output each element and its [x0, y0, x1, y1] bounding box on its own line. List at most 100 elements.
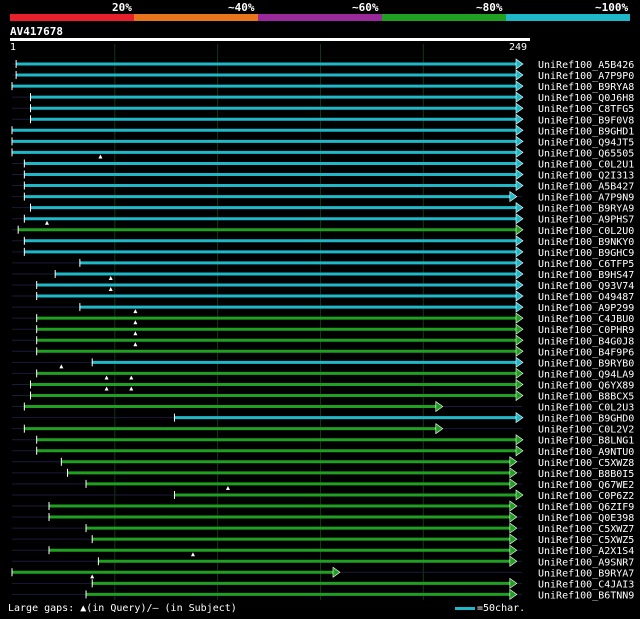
hit-end-arrow: [509, 522, 518, 534]
hit-end-arrow: [515, 213, 524, 225]
hit-label: UniRef100_Q67WE2: [538, 480, 634, 491]
hit-end-arrow: [515, 445, 524, 457]
hit-end-arrow: [515, 224, 524, 236]
hit-end-arrow: [515, 489, 524, 501]
query-gap-marker: [59, 364, 64, 369]
scale-key: =50char.: [455, 603, 525, 614]
hit-label: UniRef100_C0L2U1: [538, 159, 634, 170]
query-gap-marker: [104, 375, 109, 380]
query-gap-marker: [133, 309, 138, 314]
query-gap-marker: [129, 375, 134, 380]
hit-label: UniRef100_A9SNR7: [538, 557, 634, 568]
hit-end-arrow: [515, 434, 524, 446]
hit-label: UniRef100_C5XWZ7: [538, 524, 634, 535]
hit-label: UniRef100_B9GHD1: [538, 126, 634, 137]
hit-label: UniRef100_A5B426: [538, 60, 634, 71]
hit-end-arrow: [509, 456, 518, 468]
hit-end-arrow: [515, 69, 524, 81]
hit-label: UniRef100_C8TFG5: [538, 104, 634, 115]
hit-label: UniRef100_A9P299: [538, 303, 634, 314]
hit-label: UniRef100_Q65505: [538, 148, 634, 159]
hit-label: UniRef100_C0L2U3: [538, 403, 634, 414]
query-gap-marker: [133, 331, 138, 336]
hit-label: UniRef100_B9RYA9: [538, 204, 634, 215]
hit-label: UniRef100_Q6YX89: [538, 380, 634, 391]
hit-end-arrow: [515, 290, 524, 302]
hit-end-arrow: [435, 423, 444, 435]
hit-label: UniRef100_C0L2U0: [538, 226, 634, 237]
hit-label: UniRef100_Q93V74: [538, 281, 634, 292]
hit-label: UniRef100_Q6ZIF9: [538, 502, 634, 513]
hit-end-arrow: [515, 389, 524, 402]
hit-label: UniRef100_O49487: [538, 292, 634, 303]
hit-end-arrow: [509, 588, 518, 600]
hit-end-arrow: [515, 246, 524, 258]
hit-label: UniRef100_A7P9P0: [538, 71, 634, 82]
query-gap-marker: [190, 552, 195, 557]
hit-label: UniRef100_C0P6Z2: [538, 491, 634, 502]
hit-end-arrow: [515, 202, 524, 214]
query-gap-marker: [108, 276, 113, 280]
hit-label: UniRef100_Q94LA9: [538, 369, 634, 380]
hit-end-arrow: [515, 124, 524, 136]
hit-label: UniRef100_B9GHD0: [538, 414, 634, 425]
hit-end-arrow: [515, 345, 524, 357]
hit-end-arrow: [509, 191, 518, 203]
alignment-plot: UniRef100_A5B426UniRef100_A7P9P0UniRef10…: [11, 44, 634, 601]
hit-end-arrow: [515, 257, 524, 269]
query-gap-marker: [98, 154, 103, 159]
hit-label: UniRef100_B9HS47: [538, 270, 634, 281]
hit-end-arrow: [332, 566, 341, 578]
hit-end-arrow: [509, 533, 518, 545]
hit-end-arrow: [509, 511, 518, 523]
hit-label: UniRef100_B8B0I5: [538, 469, 634, 480]
hit-label: UniRef100_C5XWZ5: [538, 535, 634, 546]
hit-label: UniRef100_Q94JT5: [538, 137, 634, 148]
hit-label: UniRef100_B4F9P6: [538, 347, 634, 358]
hit-label: UniRef100_B8LNG1: [538, 436, 634, 447]
hit-end-arrow: [515, 356, 524, 368]
hit-end-arrow: [515, 323, 524, 335]
hit-label: UniRef100_B9F0V8: [538, 115, 634, 126]
query-gap-marker: [129, 386, 134, 391]
query-gap-marker: [104, 386, 109, 391]
hit-label: UniRef100_C4JAI3: [538, 579, 634, 590]
hit-end-arrow: [435, 400, 444, 413]
hit-label: UniRef100_B6TNN9: [538, 590, 634, 601]
hit-end-arrow: [509, 555, 518, 567]
hit-label: UniRef100_Q0E398: [538, 513, 634, 524]
hit-end-arrow: [509, 500, 518, 512]
hit-label: UniRef100_C0L2V2: [538, 425, 634, 436]
hit-end-arrow: [515, 113, 524, 125]
hit-label: UniRef100_C6TFP5: [538, 259, 634, 270]
hit-end-arrow: [515, 378, 524, 391]
hit-end-arrow: [515, 91, 524, 103]
hit-end-arrow: [515, 312, 524, 324]
hit-end-arrow: [509, 467, 518, 479]
hit-label: UniRef100_B9GHC9: [538, 248, 634, 259]
query-gap-marker: [225, 485, 230, 490]
hit-label: UniRef100_A9PHS7: [538, 215, 634, 226]
hit-label: UniRef100_B9NKY0: [538, 237, 634, 248]
hit-end-arrow: [515, 235, 524, 247]
gap-legend: Large gaps: ▲(in Query)/– (in Subject): [8, 603, 237, 614]
query-gap-marker: [108, 287, 113, 292]
hit-end-arrow: [515, 58, 524, 70]
query-gap-marker: [133, 320, 138, 325]
hit-end-arrow: [515, 367, 524, 379]
hit-end-arrow: [515, 80, 524, 92]
hit-label: UniRef100_C5XWZ8: [538, 458, 634, 469]
hit-label: UniRef100_B9RYA8: [538, 82, 634, 93]
hit-label: UniRef100_A2X1S4: [538, 546, 634, 557]
hit-end-arrow: [515, 168, 524, 181]
hit-label: UniRef100_B4G0J8: [538, 336, 634, 347]
hit-end-arrow: [515, 268, 524, 280]
hit-label: UniRef100_Q0J6H8: [538, 93, 634, 104]
scale-bar: [455, 606, 475, 610]
hit-label: UniRef100_Q2I313: [538, 171, 634, 182]
hit-label: UniRef100_A7P9N9: [538, 193, 634, 204]
hit-end-arrow: [515, 301, 524, 313]
hit-label: UniRef100_C4JBU0: [538, 314, 634, 325]
hit-end-arrow: [515, 146, 524, 158]
hit-end-arrow: [509, 577, 518, 589]
